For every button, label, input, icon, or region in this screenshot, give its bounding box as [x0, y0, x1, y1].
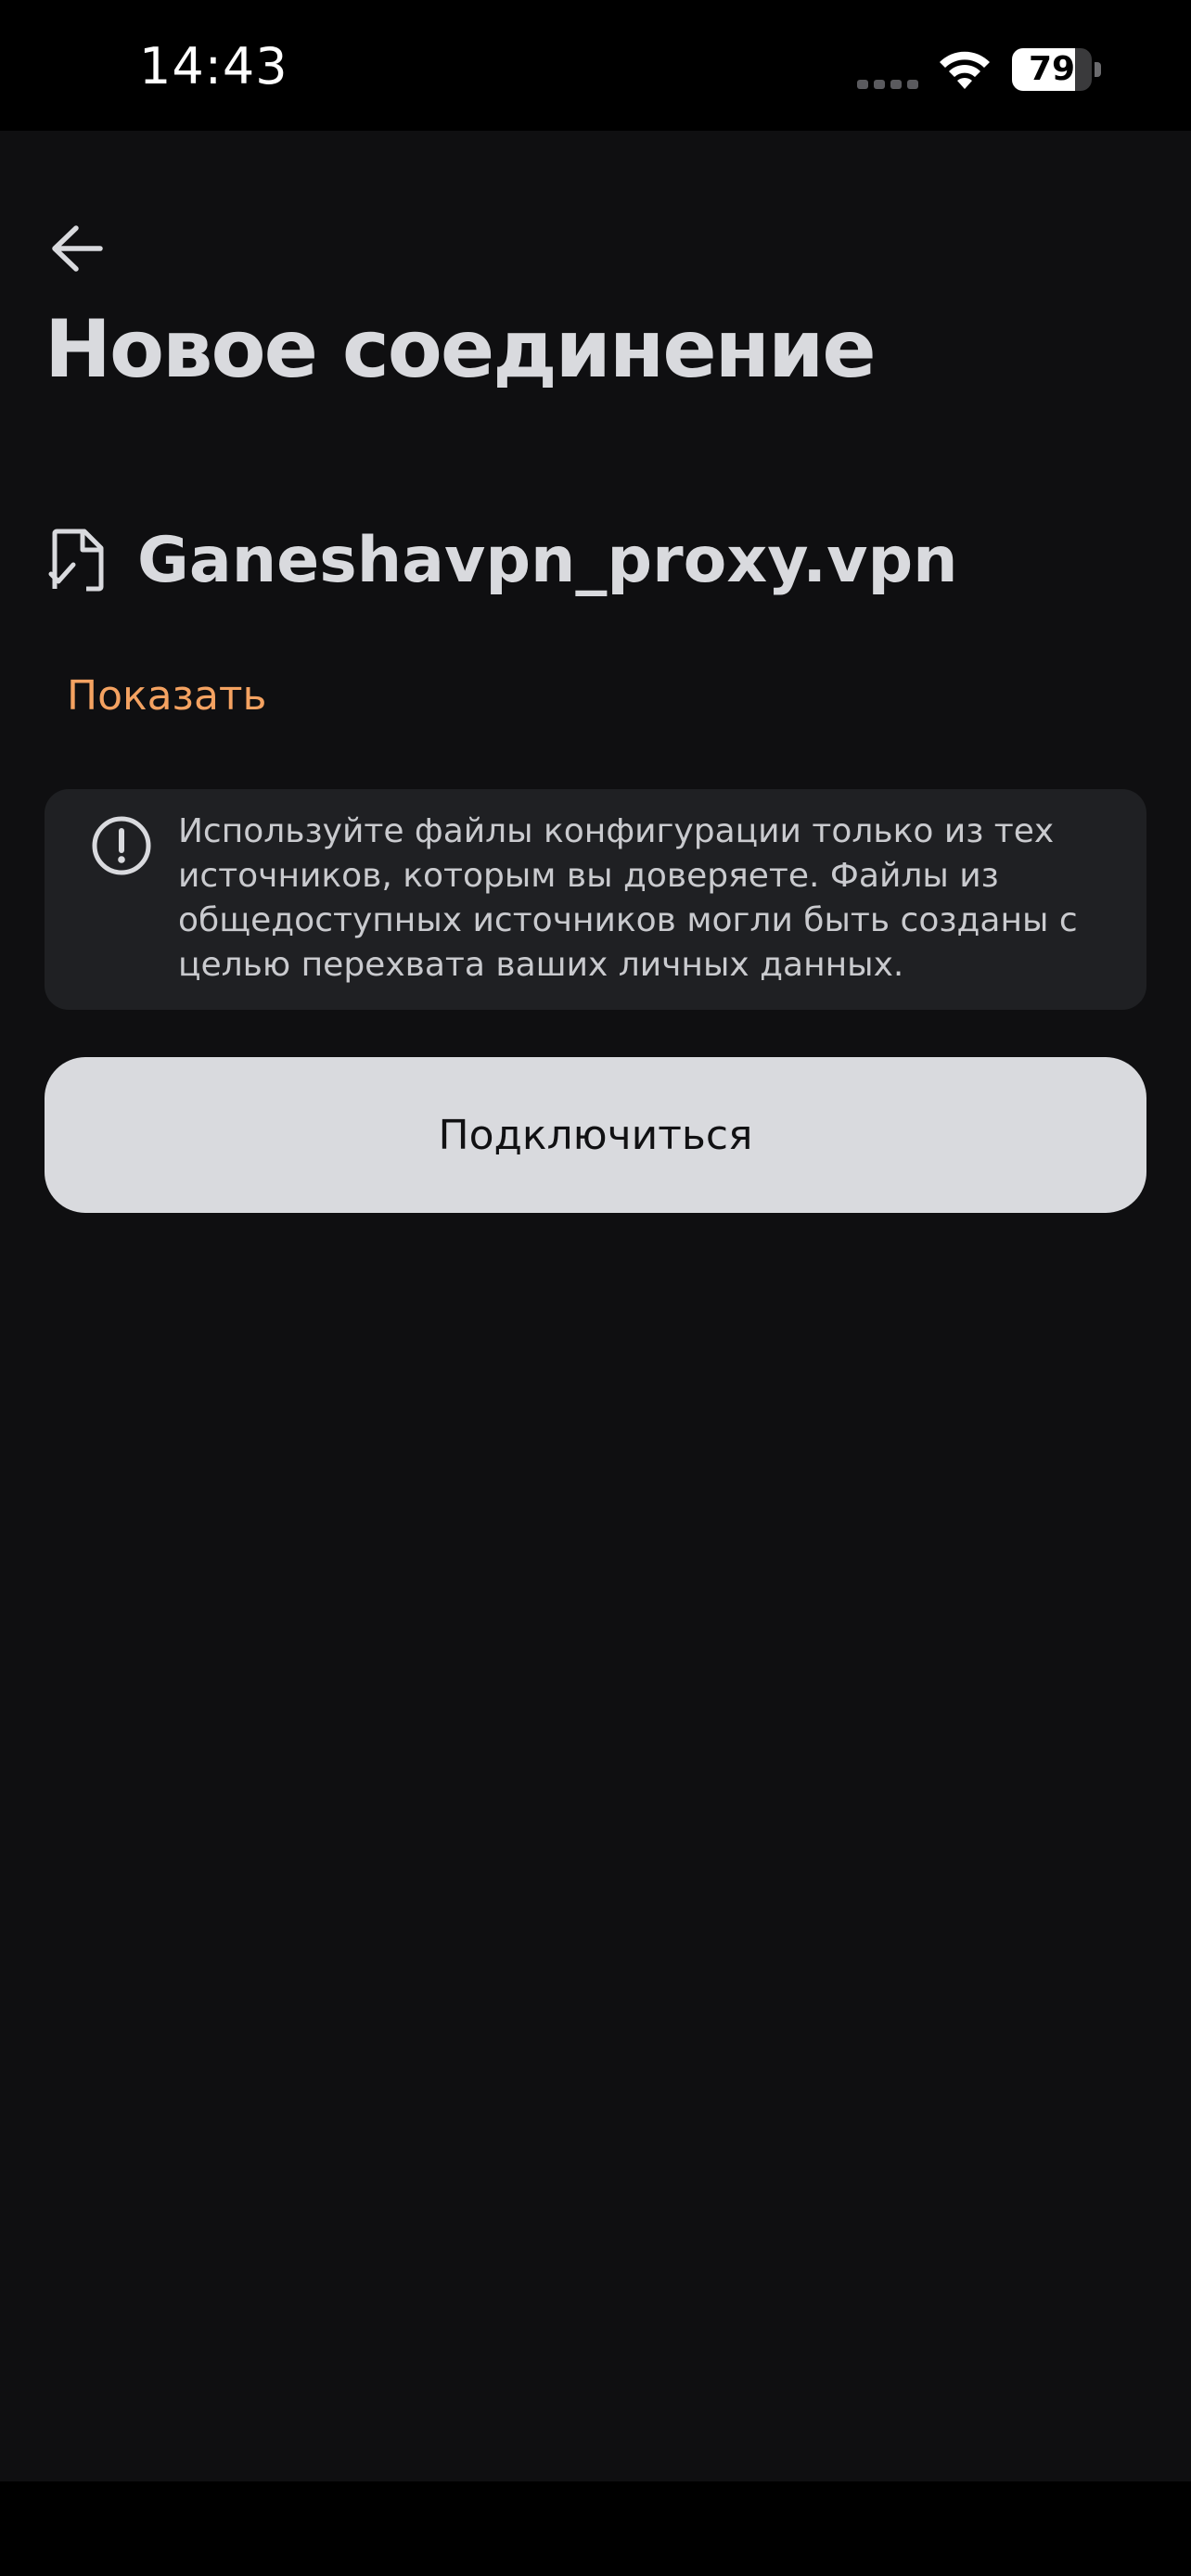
battery-icon: 79 — [1012, 48, 1103, 91]
wifi-icon — [940, 51, 990, 89]
bottom-bar — [0, 2481, 1191, 2576]
show-config-link[interactable]: Показать — [67, 672, 266, 720]
new-connection-screen: Новое соединение Ganeshavpn_proxy.vpn По… — [0, 131, 1191, 2481]
status-time: 14:43 — [139, 37, 288, 96]
cellular-signal-icon — [857, 80, 918, 89]
exclamation-circle-icon — [92, 816, 151, 875]
back-button[interactable] — [37, 209, 117, 288]
file-name: Ganeshavpn_proxy.vpn — [137, 523, 958, 597]
file-check-icon — [45, 528, 109, 593]
warning-text: Используйте файлы конфигурации только из… — [178, 812, 1078, 984]
warning-card: Используйте файлы конфигурации только из… — [45, 789, 1146, 1010]
file-row: Ganeshavpn_proxy.vpn — [45, 509, 958, 611]
connect-button[interactable]: Подключиться — [45, 1057, 1146, 1213]
status-bar: 14:43 79 — [0, 0, 1191, 131]
battery-level: 79 — [1028, 50, 1076, 88]
arrow-left-icon — [52, 225, 103, 272]
page-title: Новое соединение — [45, 303, 877, 396]
